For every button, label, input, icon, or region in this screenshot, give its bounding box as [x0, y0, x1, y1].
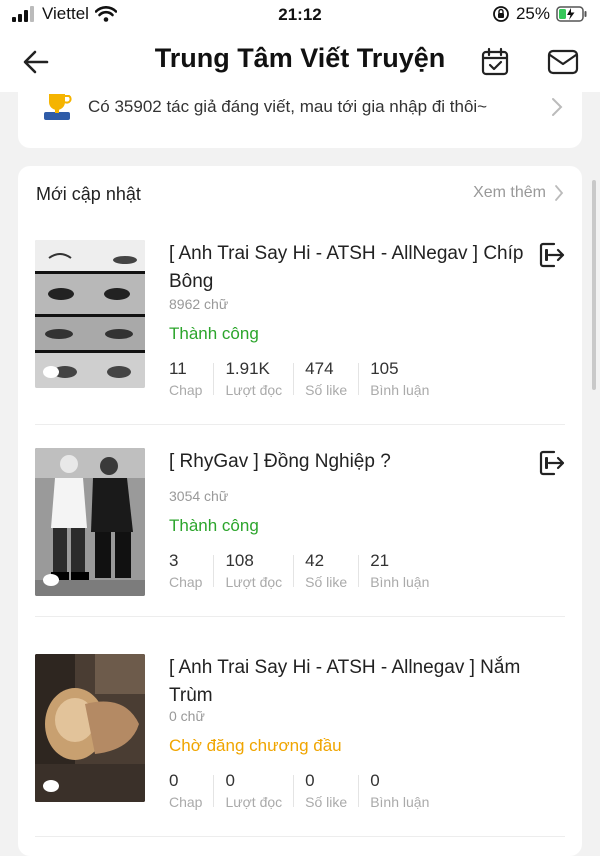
recent-updates-card: Mới cập nhật Xem thêm [Anh Trai Say Hi … [18, 166, 582, 856]
section-title: Mới cập nhật [36, 184, 141, 204]
stat-label: Bình luận [370, 794, 430, 810]
story-status: Thành công [169, 516, 259, 535]
stat-value: 105 [370, 359, 399, 378]
story-status: Chờ đăng chương đầu [169, 736, 342, 755]
scrollbar[interactable] [592, 180, 596, 390]
bubble-icon [43, 780, 59, 792]
stat-label: Chap [169, 574, 203, 590]
banner-text: Có 35902 tác giả đáng viết, mau tới gia … [88, 97, 488, 116]
stat-comments: 21 Bình luận [370, 550, 441, 592]
stat-value: 3 [169, 551, 179, 570]
story-item[interactable]: [ RhyGav ] Đồng Nghiệp ? 3054 chữ Thành … [35, 448, 565, 598]
stat-value: 1.91K [225, 359, 270, 378]
stat-likes: 474 Số like [305, 358, 360, 400]
stat-value: 21 [370, 551, 390, 570]
status-right: 25% [492, 4, 588, 24]
see-more-label: Xem thêm [473, 184, 546, 201]
stat-label: Lượt đọc [225, 574, 283, 590]
story-title: [ Anh Trai Say Hi - ATSH - Allnegav ] Nắ… [169, 657, 521, 706]
stat-label: Số like [305, 574, 348, 590]
see-more-link[interactable]: Xem thêm [473, 184, 564, 202]
logout-icon[interactable] [537, 240, 567, 270]
stat-reads: 108 Lượt đọc [225, 550, 294, 592]
chevron-right-icon [552, 98, 563, 116]
battery-percent: 25% [515, 4, 550, 23]
story-item[interactable]: [ Anh Trai Say Hi - ATSH - AllNegav ] Ch… [35, 240, 567, 398]
authors-banner[interactable]: Có 35902 tác giả đáng viết, mau tới gia … [18, 92, 582, 148]
mail-button[interactable] [545, 44, 581, 80]
story-title: [ RhyGav ] Đồng Nghiệp ? [169, 451, 391, 472]
stat-label: Lượt đọc [225, 382, 283, 398]
stat-value: 0 [305, 771, 315, 790]
stat-label: Chap [169, 382, 203, 398]
status-bar: Viettel 21:12 25% [0, 0, 600, 30]
stat-likes: 0 Số like [305, 770, 360, 812]
trophy-icon [44, 94, 72, 120]
stat-value: 0 [225, 771, 235, 790]
orientation-lock-icon [493, 6, 509, 22]
stat-chap: 11 Chap [169, 358, 215, 400]
stat-value: 108 [225, 551, 254, 570]
back-button[interactable] [18, 44, 54, 80]
battery-charging-icon [556, 6, 587, 22]
arrow-left-icon [23, 50, 49, 74]
mail-icon [547, 49, 579, 75]
stat-value: 474 [305, 359, 334, 378]
stat-value: 11 [169, 359, 187, 378]
word-count: 8962 chữ [169, 296, 229, 312]
story-status: Thành công [169, 324, 259, 343]
stat-value: 42 [305, 551, 325, 570]
divider [35, 836, 565, 837]
calendar-check-icon [481, 47, 509, 76]
calendar-button[interactable] [477, 44, 513, 80]
story-cover [35, 654, 145, 802]
stat-comments: 105 Bình luận [370, 358, 441, 400]
stat-chap: 0 Chap [169, 770, 215, 812]
stat-comments: 0 Bình luận [370, 770, 441, 812]
story-item[interactable]: [ Anh Trai Say Hi - ATSH - Allnegav ] Nắ… [35, 654, 565, 810]
stat-value: 0 [169, 771, 179, 790]
stat-reads: 0 Lượt đọc [225, 770, 294, 812]
story-stats: 0 Chap 0 Lượt đọc 0 Số like 0 Bình luận [169, 770, 452, 812]
stat-label: Lượt đọc [225, 794, 283, 810]
story-stats: 11 Chap 1.91K Lượt đọc 474 Số like 105 Bình … [169, 358, 452, 400]
stat-label: Bình luận [370, 382, 430, 398]
story-stats: 3 Chap 108 Lượt đọc 42 Số like 21 Bình luận [169, 550, 452, 592]
stat-value: 0 [370, 771, 380, 790]
stat-reads: 1.91K Lượt đọc [225, 358, 294, 400]
story-cover [35, 448, 145, 596]
divider [35, 616, 565, 617]
logout-icon[interactable] [537, 448, 567, 478]
story-title: [ Anh Trai Say Hi - ATSH - AllNegav ] Ch… [169, 243, 524, 292]
story-cover [35, 240, 145, 388]
stat-label: Số like [305, 382, 348, 398]
stat-chap: 3 Chap [169, 550, 215, 592]
stat-label: Chap [169, 794, 203, 810]
stat-label: Số like [305, 794, 348, 810]
bubble-icon [43, 366, 59, 378]
divider [35, 424, 565, 425]
app-header: Trung Tâm Viết Truyện [0, 30, 600, 92]
chevron-right-icon [555, 185, 564, 201]
stat-likes: 42 Số like [305, 550, 360, 592]
word-count: 3054 chữ [169, 488, 229, 504]
stat-label: Bình luận [370, 574, 430, 590]
word-count: 0 chữ [169, 708, 205, 724]
bubble-icon [43, 574, 59, 586]
